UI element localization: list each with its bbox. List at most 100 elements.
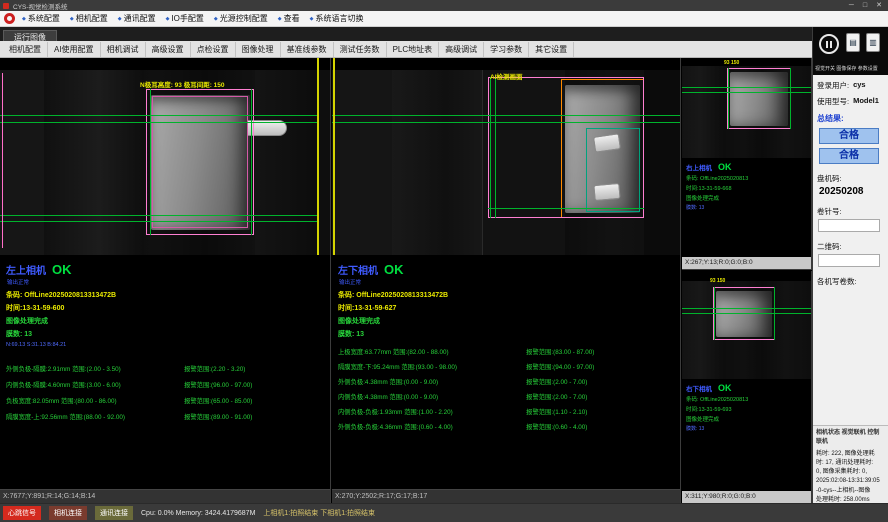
alarm-range: 报警范围:(89.00 - 91.00) xyxy=(184,412,324,421)
diamond-icon: ◆ xyxy=(166,16,170,22)
barcode-line: 条码: OffLine2025020813 xyxy=(686,395,807,403)
measure-line-green xyxy=(714,287,715,340)
control-caption: 视觉开关 图像保存 参数设置 xyxy=(815,65,887,72)
alarm-range: 报警范围:(96.00 - 97.00) xyxy=(184,380,324,389)
titlebar: CYS-视觉检测系统 ─ □ ✕ xyxy=(0,0,888,11)
minimize-button[interactable]: ─ xyxy=(849,0,854,11)
menu-label: 通讯配置 xyxy=(124,13,156,24)
close-button[interactable]: ✕ xyxy=(876,0,882,11)
menu-item-system-config[interactable]: ◆系统配置 xyxy=(22,13,60,24)
toolbar-item-learning-params[interactable]: 学习参数 xyxy=(484,42,529,57)
camera-view-left-bottom[interactable]: AI检测画面 左下相机 OK 输出正常 条码: OffLine202502081… xyxy=(332,58,681,503)
time-line: 时间:13-31-59-627 xyxy=(338,303,674,313)
image-band xyxy=(0,70,44,255)
camera-view-right-top[interactable]: 93 150 右上相机 OK 条码: OffLine2025020813 时间:… xyxy=(682,58,812,270)
right-panel: ▤ ▥ 视觉开关 图像保存 参数设置 登录用户: cys 使用型号: Model… xyxy=(812,27,888,503)
pixel-coord-bar: X:267;Y:13;R:0;G:0;B:0 xyxy=(682,257,811,269)
user-label: 登录用户: xyxy=(817,80,849,91)
toolbar-item-camera-debug[interactable]: 相机调试 xyxy=(101,42,146,57)
barcode-line: 条码: OffLine2025020813 xyxy=(686,174,807,182)
log-line: -0-cys--上相机--图像 xyxy=(816,487,885,496)
model-value: Model1 xyxy=(853,96,879,107)
toolbar-item-baseline-params[interactable]: 基准线参数 xyxy=(281,42,334,57)
menu-item-light-control-config[interactable]: ◆光源控制配置 xyxy=(214,13,268,24)
toolbar-item-image-processing[interactable]: 图像处理 xyxy=(236,42,281,57)
log-panel: 相机状态 视觉联机 控制联机 耗时: 222, 图像处理耗 时: 17, 通讯处… xyxy=(813,425,888,503)
ai-view-label: AI检测画面 xyxy=(490,71,523,81)
measure-line-green xyxy=(728,68,729,129)
param-settings-button[interactable]: ▥ xyxy=(866,33,880,52)
alarm-range: 报警范围:(1.10 - 2.10) xyxy=(526,407,674,416)
menu-item-camera-config[interactable]: ◆相机配置 xyxy=(70,13,108,24)
diamond-icon: ◆ xyxy=(310,16,314,22)
status-ok: OK xyxy=(384,262,404,277)
camera-image-right-top: 93 150 xyxy=(682,58,811,158)
log-line: 0, 图像采集耗时: 0, xyxy=(816,468,885,477)
measure-value: 外侧负极:4.38mm 范围:(0.00 - 9.00) xyxy=(338,377,526,386)
result-text-right-top: 右上相机 OK 条码: OffLine2025020813 时间:13-31-5… xyxy=(682,158,811,211)
app-logo-icon xyxy=(4,13,15,24)
toolbar-item-test-tasks[interactable]: 测试任务数 xyxy=(334,42,387,57)
qr-value-box[interactable] xyxy=(818,254,880,267)
menu-label: 光源控制配置 xyxy=(220,13,268,24)
measurement-row: 隔膜宽度-上:92.56mm 范围:(88.00 - 92.00)报警范围:(8… xyxy=(6,412,324,421)
menu-item-comm-config[interactable]: ◆通讯配置 xyxy=(118,13,156,24)
camera-name: 右下相机 xyxy=(686,383,712,393)
toolbar-item-camera-config[interactable]: 相机配置 xyxy=(3,42,48,57)
measurement-row: 负极宽度:82.05mm 范围:(80.00 - 86.00)报警范围:(65.… xyxy=(6,396,324,405)
camera-image-right-bottom: 93 150 xyxy=(682,271,811,379)
count-line: 膜数: 13 xyxy=(686,425,807,432)
debug-line: N:69.13 S:31.13 B:84.21 xyxy=(6,342,324,348)
tab-measure-label: 93 150 xyxy=(724,60,739,66)
pixel-coord-bar: X:270;Y:2502;R:17;G:17;B:17 xyxy=(332,489,680,503)
diamond-icon: ◆ xyxy=(70,16,74,22)
camera-view-right-bottom[interactable]: 93 150 右下相机 OK 条码: OffLine2025020813 时间:… xyxy=(682,271,812,503)
time-line: 时间:13-31-59-693 xyxy=(686,405,807,413)
measure-line-green xyxy=(150,89,151,235)
menu-item-view[interactable]: ◆查看 xyxy=(278,13,300,24)
toolbar-item-advanced-settings[interactable]: 高级设置 xyxy=(146,42,191,57)
done-line: 图像处理完成 xyxy=(686,194,807,202)
toolbar-item-ai-config[interactable]: AI使用配置 xyxy=(48,42,101,57)
camera-view-left-top[interactable]: N极耳高度: 93 极耳间距: 150 左上相机 OK 输出正常 条码: Off… xyxy=(0,58,331,503)
measure-value: 内侧负极-隔膜:4.60mm 范围:(3.00 - 6.00) xyxy=(6,380,184,389)
menu-item-language-switch[interactable]: ◆系统语言切换 xyxy=(310,13,364,24)
measure-value: 内侧负极:4.38mm 范围:(0.00 - 9.00) xyxy=(338,392,526,401)
status-bar: 心跳信号 相机连接 通讯连接 Cpu: 0.0% Memory: 3424.41… xyxy=(0,503,888,522)
measure-line-green xyxy=(332,115,680,116)
image-save-button[interactable]: ▤ xyxy=(846,33,860,52)
measure-value: 内侧负极-负极:1.93mm 范围:(1.00 - 2.20) xyxy=(338,407,526,416)
pause-icon xyxy=(826,41,828,48)
toolbar-item-plc-address[interactable]: PLC地址表 xyxy=(387,42,440,57)
toolbar-item-other-settings[interactable]: 其它设置 xyxy=(529,42,574,57)
reference-line-yellow xyxy=(317,58,319,255)
camera-name: 右上相机 xyxy=(686,162,712,172)
alarm-range: 报警范围:(2.20 - 3.20) xyxy=(184,364,324,373)
maximize-button[interactable]: □ xyxy=(863,0,867,11)
menu-item-io-config[interactable]: ◆IO手配置 xyxy=(166,13,204,24)
menubar: ◆系统配置 ◆相机配置 ◆通讯配置 ◆IO手配置 ◆光源控制配置 ◆查看 ◆系统… xyxy=(0,11,888,27)
app-icon xyxy=(3,3,9,9)
toolbar-item-spot-check[interactable]: 点检设置 xyxy=(191,42,236,57)
menu-label: 相机配置 xyxy=(76,13,108,24)
comm-status-badge: 通讯连接 xyxy=(95,506,133,520)
camera-image-left-bottom: AI检测画面 xyxy=(332,58,680,255)
done-line: 图像处理完成 xyxy=(686,415,807,423)
measure-line-green xyxy=(0,215,317,216)
measure-line-green xyxy=(682,87,811,88)
pin-value-box[interactable] xyxy=(818,219,880,232)
measure-line-green xyxy=(251,89,252,235)
menu-label: IO手配置 xyxy=(171,13,203,24)
log-line: 2025:02:08-13:31:39:05 xyxy=(816,477,885,486)
measurement-row: 内侧负极:4.38mm 范围:(0.00 - 9.00)报警范围:(2.00 -… xyxy=(338,392,674,401)
menu-label: 查看 xyxy=(284,13,300,24)
result-text-left-bottom: 左下相机 OK 输出正常 条码: OffLine2025020813313472… xyxy=(332,255,680,431)
pause-button[interactable] xyxy=(819,34,839,54)
image-band xyxy=(332,70,392,255)
heartbeat-status-badge: 心跳信号 xyxy=(3,506,41,520)
measurement-row: 外侧负极-隔膜:2.91mm 范围:(2.00 - 3.50)报警范围:(2.2… xyxy=(6,364,324,373)
toolbar-item-advanced-debug[interactable]: 高级调试 xyxy=(439,42,484,57)
measurement-rows: 上极宽度:63.77mm 范围:(82.00 - 88.00)报警范围:(83.… xyxy=(338,347,674,431)
result-badge-1: 合格 xyxy=(819,128,879,144)
result-text-right-bottom: 右下相机 OK 条码: OffLine2025020813 时间:13-31-5… xyxy=(682,379,811,432)
